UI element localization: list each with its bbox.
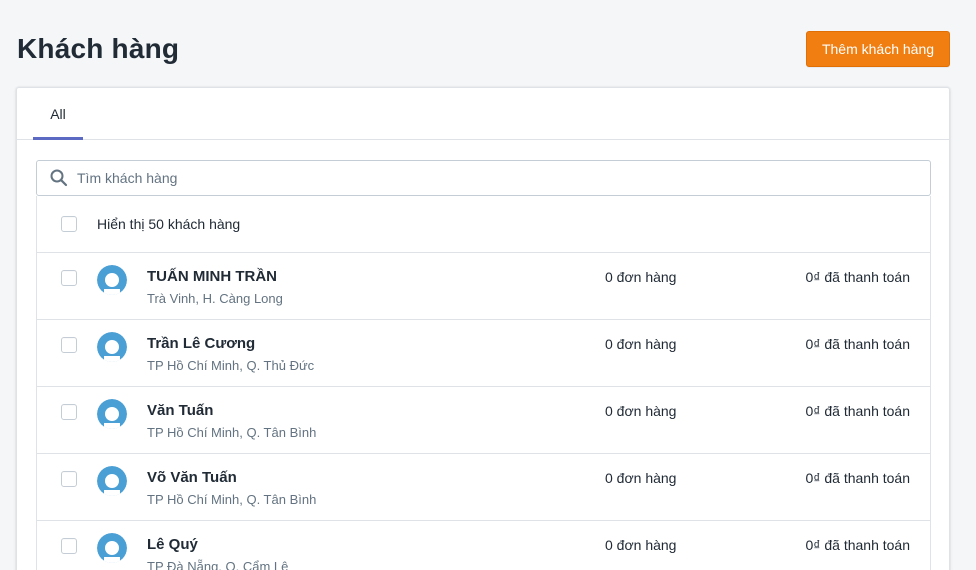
row-checkbox[interactable] xyxy=(61,404,77,420)
customer-row[interactable]: Lê Quý TP Đà Nẵng, Q. Cẩm Lệ 0 đơn hàng … xyxy=(37,521,930,570)
customer-name[interactable]: Trần Lê Cương xyxy=(147,335,255,352)
customer-paid: 0₫ đã thanh toán xyxy=(805,269,911,285)
user-avatar-icon xyxy=(97,466,127,496)
customer-name[interactable]: Võ Văn Tuấn xyxy=(147,469,237,486)
customer-location: TP Hồ Chí Minh, Q. Tân Bình xyxy=(147,492,317,507)
customer-paid: 0₫ đã thanh toán xyxy=(805,403,911,419)
customer-name[interactable]: Lê Quý xyxy=(147,536,198,553)
search-icon xyxy=(50,169,68,187)
customer-row[interactable]: Trần Lê Cương TP Hồ Chí Minh, Q. Thủ Đức… xyxy=(37,320,930,387)
customers-card: All Hiển thị 50 khách hàng TUẤN MINH TRẦ… xyxy=(16,87,950,570)
customer-row[interactable]: Võ Văn Tuấn TP Hồ Chí Minh, Q. Tân Bình … xyxy=(37,454,930,521)
user-avatar-icon xyxy=(97,265,127,295)
customer-location: TP Hồ Chí Minh, Q. Thủ Đức xyxy=(147,358,315,373)
select-all-checkbox[interactable] xyxy=(61,216,77,232)
customer-row[interactable]: Văn Tuấn TP Hồ Chí Minh, Q. Tân Bình 0 đ… xyxy=(37,387,930,454)
row-checkbox[interactable] xyxy=(61,337,77,353)
customer-paid: 0₫ đã thanh toán xyxy=(805,537,911,553)
customer-location: TP Đà Nẵng, Q. Cẩm Lệ xyxy=(147,559,289,570)
tab-active-indicator xyxy=(33,137,83,140)
search-input[interactable] xyxy=(77,161,930,195)
customer-orders: 0 đơn hàng xyxy=(605,537,677,553)
customer-count-label: Hiển thị 50 khách hàng xyxy=(97,216,241,232)
user-avatar-icon xyxy=(97,332,127,362)
user-avatar-icon xyxy=(97,399,127,429)
customer-orders: 0 đơn hàng xyxy=(605,403,677,419)
page-title: Khách hàng xyxy=(17,33,180,64)
row-checkbox[interactable] xyxy=(61,471,77,487)
customer-location: Trà Vinh, H. Càng Long xyxy=(147,291,283,306)
customer-orders: 0 đơn hàng xyxy=(605,470,677,486)
customer-location: TP Hồ Chí Minh, Q. Tân Bình xyxy=(147,425,317,440)
customer-name[interactable]: Văn Tuấn xyxy=(147,402,213,419)
customer-orders: 0 đơn hàng xyxy=(605,336,677,352)
row-checkbox[interactable] xyxy=(61,270,77,286)
customer-list: Hiển thị 50 khách hàng TUẤN MINH TRẦN Tr… xyxy=(36,196,931,570)
customer-paid: 0₫ đã thanh toán xyxy=(805,470,911,486)
list-header: Hiển thị 50 khách hàng xyxy=(37,196,930,253)
add-customer-button[interactable]: Thêm khách hàng xyxy=(806,31,950,67)
tab-all[interactable]: All xyxy=(33,88,83,140)
customer-paid: 0₫ đã thanh toán xyxy=(805,336,911,352)
customer-row[interactable]: TUẤN MINH TRẦN Trà Vinh, H. Càng Long 0 … xyxy=(37,253,930,320)
row-checkbox[interactable] xyxy=(61,538,77,554)
customer-name[interactable]: TUẤN MINH TRẦN xyxy=(147,268,277,285)
tab-bar: All xyxy=(17,88,949,140)
search-bar xyxy=(36,160,931,196)
customer-orders: 0 đơn hàng xyxy=(605,269,677,285)
user-avatar-icon xyxy=(97,533,127,563)
